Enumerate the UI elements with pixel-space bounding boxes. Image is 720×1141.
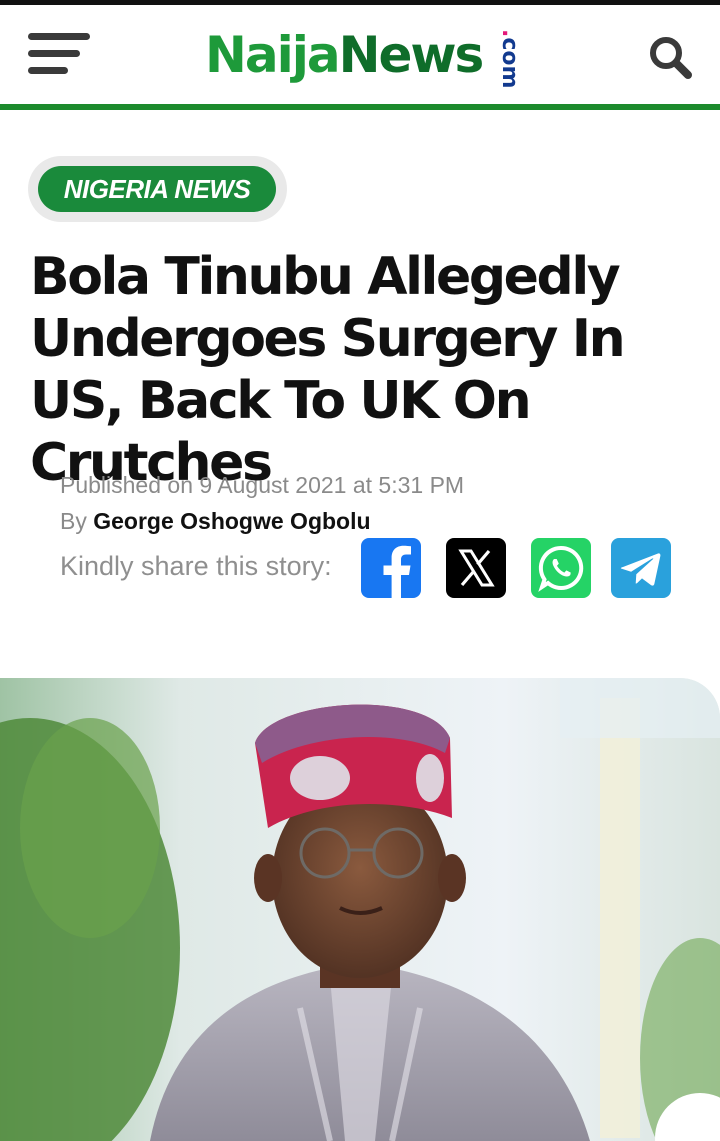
search-icon[interactable] bbox=[648, 35, 692, 79]
telegram-share-button[interactable] bbox=[611, 538, 671, 598]
site-header: NaijaNews .com bbox=[0, 5, 720, 104]
article-featured-image bbox=[0, 678, 720, 1141]
article-title: Bola Tinubu Allegedly Undergoes Surgery … bbox=[30, 247, 626, 493]
whatsapp-share-button[interactable] bbox=[531, 538, 591, 598]
publish-date: Published on 9 August 2021 at 5:31 PM bbox=[60, 472, 465, 498]
header-divider bbox=[0, 104, 720, 110]
x-icon bbox=[458, 549, 495, 587]
byline: By George Oshogwe Ogbolu bbox=[60, 508, 371, 535]
facebook-icon bbox=[383, 545, 411, 598]
author-name[interactable]: George Oshogwe Ogbolu bbox=[93, 508, 370, 534]
share-label: Kindly share this story: bbox=[60, 551, 332, 581]
x-share-button[interactable] bbox=[446, 538, 506, 598]
logo-text-news: News bbox=[338, 26, 485, 84]
byline-prefix: By bbox=[60, 508, 87, 534]
category-badge-wrapper: NIGERIA NEWS bbox=[28, 156, 287, 222]
site-logo[interactable]: NaijaNews .com bbox=[205, 26, 522, 93]
hamburger-menu-icon[interactable] bbox=[28, 33, 92, 79]
telegram-icon bbox=[620, 553, 661, 586]
logo-text-naija: Naija bbox=[205, 26, 341, 84]
logo-suffix: .com bbox=[497, 29, 522, 89]
whatsapp-icon bbox=[538, 545, 584, 592]
category-badge[interactable]: NIGERIA NEWS bbox=[38, 166, 276, 212]
facebook-share-button[interactable] bbox=[361, 538, 421, 598]
